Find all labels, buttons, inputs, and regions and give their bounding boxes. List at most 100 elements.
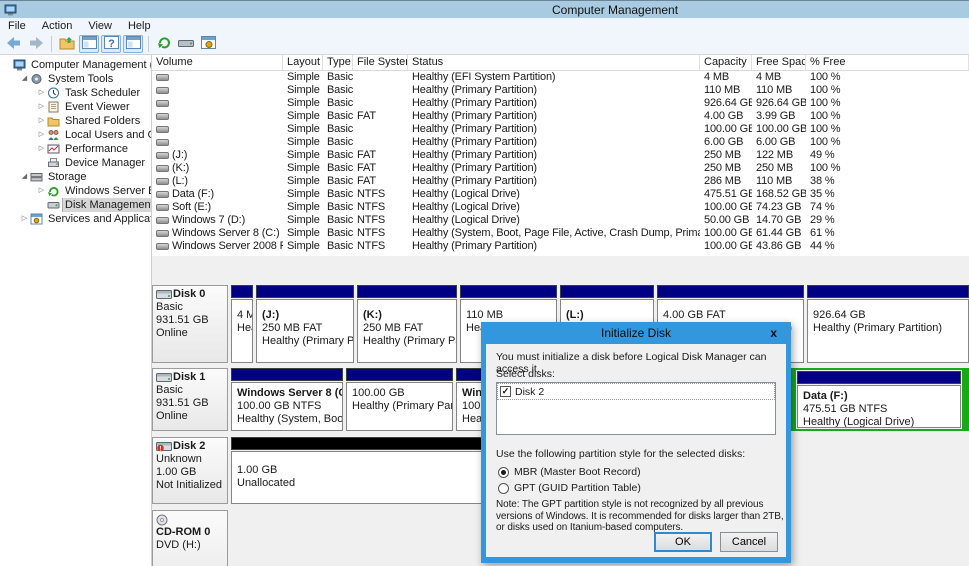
- cell-file_system: NTFS: [353, 240, 408, 253]
- column-header-capacity[interactable]: Capacity: [700, 55, 752, 71]
- help-button[interactable]: ?: [101, 35, 121, 53]
- cell-pct_free: 100 %: [806, 136, 969, 149]
- partition-name: (K:): [363, 309, 456, 322]
- cell-free_space: 110 MB: [752, 175, 806, 188]
- back-button[interactable]: [4, 35, 24, 53]
- cell-pct_free: 61 %: [806, 227, 969, 240]
- partition-region-windows-server-8-c[interactable]: Windows Server 8 (C:)100.00 GB NTFSHealt…: [231, 368, 343, 431]
- checkbox-checked-icon[interactable]: ✓: [500, 386, 511, 397]
- volume-row[interactable]: (J:)SimpleBasicFATHealthy (Primary Parti…: [152, 149, 969, 162]
- volume-row[interactable]: Data (F:)SimpleBasicNTFSHealthy (Logical…: [152, 188, 969, 201]
- cell-layout: Simple: [283, 71, 323, 84]
- tree-item-services-and-applications[interactable]: ▷Services and Applications: [0, 212, 151, 226]
- expander-expanded-icon[interactable]: ◢: [19, 72, 30, 86]
- column-header-type[interactable]: Type: [323, 55, 353, 71]
- partition-region-data-f[interactable]: Data (F:)475.51 GB NTFSHealthy (Logical …: [797, 371, 961, 428]
- disk-label-disk2[interactable]: !Disk 2Unknown1.00 GBNot Initialized: [152, 437, 228, 504]
- expander-collapsed-icon[interactable]: ▷: [19, 212, 30, 226]
- refresh-button[interactable]: [154, 35, 174, 53]
- menu-view[interactable]: View: [80, 18, 120, 34]
- action-pane-toggle-button[interactable]: [123, 35, 143, 53]
- column-header-pct_free[interactable]: % Free: [806, 55, 969, 71]
- tree-item-disk-management[interactable]: Disk Management: [0, 198, 151, 212]
- column-header-layout[interactable]: Layout: [283, 55, 323, 71]
- cell-status: Healthy (Primary Partition): [408, 84, 700, 97]
- cell-type: Basic: [323, 71, 353, 84]
- expander-collapsed-icon[interactable]: ▷: [36, 128, 47, 142]
- expander-collapsed-icon[interactable]: ▷: [36, 86, 47, 100]
- tree-item-windows-server-backup[interactable]: ▷Windows Server Backup: [0, 184, 151, 198]
- volume-row[interactable]: SimpleBasicHealthy (Primary Partition)10…: [152, 123, 969, 136]
- volume-row[interactable]: Soft (E:)SimpleBasicNTFSHealthy (Logical…: [152, 201, 969, 214]
- volume-icon: [156, 217, 169, 224]
- tree-item-local-users-and-groups[interactable]: ▷Local Users and Groups: [0, 128, 151, 142]
- volume-row[interactable]: SimpleBasicFATHealthy (Primary Partition…: [152, 110, 969, 123]
- expander-collapsed-icon[interactable]: ▷: [36, 100, 47, 114]
- forward-button[interactable]: [26, 35, 46, 53]
- column-header-volume[interactable]: Volume: [152, 55, 283, 71]
- volume-row[interactable]: Windows 7 (D:)SimpleBasicNTFSHealthy (Lo…: [152, 214, 969, 227]
- disk-label-disk1[interactable]: Disk 1Basic931.51 GBOnline: [152, 368, 228, 431]
- disk-list-item[interactable]: ✓Disk 2: [498, 384, 774, 399]
- expander-collapsed-icon[interactable]: ▷: [36, 142, 47, 156]
- tree-item-device-manager[interactable]: Device Manager: [0, 156, 151, 170]
- partition-style-label: Use the following partition style for th…: [496, 448, 745, 460]
- tree-item-shared-folders[interactable]: ▷Shared Folders: [0, 114, 151, 128]
- disk-label-disk0[interactable]: Disk 0Basic931.51 GBOnline: [152, 285, 228, 363]
- ok-button[interactable]: OK: [654, 532, 712, 552]
- manage-button[interactable]: [198, 35, 218, 53]
- folder-button[interactable]: [57, 35, 77, 53]
- volume-row[interactable]: SimpleBasicHealthy (Primary Partition)11…: [152, 84, 969, 97]
- tree-item-event-viewer[interactable]: ▷Event Viewer: [0, 100, 151, 114]
- radio-option-mbr[interactable]: MBR (Master Boot Record): [498, 464, 641, 480]
- volume-row[interactable]: Windows Server 2008 R2 (G:)SimpleBasicNT…: [152, 240, 969, 253]
- column-header-free_space[interactable]: Free Space: [752, 55, 806, 71]
- column-header-status[interactable]: Status: [408, 55, 700, 71]
- partition-status: Healthy (Primary Partition): [262, 335, 353, 348]
- cell-free_space: 168.52 GB: [752, 188, 806, 201]
- initialize-disk-dialog: Initialize Disk x You must initialize a …: [481, 322, 791, 563]
- partition-body: 926.64 GBHealthy (Primary Partition): [807, 299, 969, 363]
- tree-item-storage[interactable]: ◢Storage: [0, 170, 151, 184]
- radio-icon[interactable]: [498, 483, 509, 494]
- volume-row[interactable]: SimpleBasicHealthy (Primary Partition)6.…: [152, 136, 969, 149]
- volume-row[interactable]: SimpleBasicHealthy (EFI System Partition…: [152, 71, 969, 84]
- disk-label-cdrom0[interactable]: CD-ROM 0DVD (H:)No Media: [152, 510, 228, 566]
- cell-status: Healthy (Primary Partition): [408, 97, 700, 110]
- radio-option-gpt[interactable]: GPT (GUID Partition Table): [498, 480, 641, 496]
- partition-size: 4 MB: [237, 309, 252, 322]
- tree-item-computer-management-root[interactable]: Computer Management (Local: [0, 58, 151, 72]
- volume-row[interactable]: (K:)SimpleBasicFATHealthy (Primary Parti…: [152, 162, 969, 175]
- partition-region[interactable]: 4 MBHealthy (EFI System Partition): [231, 285, 253, 363]
- volume-row[interactable]: SimpleBasicHealthy (Primary Partition)92…: [152, 97, 969, 110]
- volume-icon: [156, 113, 169, 120]
- tree-item-system-tools[interactable]: ◢System Tools: [0, 72, 151, 86]
- menu-action[interactable]: Action: [34, 18, 81, 34]
- cancel-button[interactable]: Cancel: [720, 532, 778, 552]
- partition-region[interactable]: 926.64 GBHealthy (Primary Partition): [807, 285, 969, 363]
- partition-region[interactable]: 100.00 GBHealthy (Primary Partition): [346, 368, 453, 431]
- radio-selected-icon[interactable]: [498, 467, 509, 478]
- volume-row[interactable]: (L:)SimpleBasicFATHealthy (Primary Parti…: [152, 175, 969, 188]
- partition-size: 110 MB: [466, 309, 556, 322]
- primary-color-bar: [231, 285, 253, 298]
- partition-status: Healthy (Primary Partition): [363, 335, 456, 348]
- cell-volume: [152, 136, 283, 149]
- console-tree-toggle-button[interactable]: [79, 35, 99, 53]
- menu-file[interactable]: File: [0, 18, 34, 34]
- menu-help[interactable]: Help: [120, 18, 159, 34]
- partition-region-k[interactable]: (K:)250 MB FATHealthy (Primary Partition…: [357, 285, 457, 363]
- computer-management-window: Computer Management FileActionViewHelp ?…: [0, 0, 969, 566]
- tree-item-task-scheduler[interactable]: ▷Task Scheduler: [0, 86, 151, 100]
- close-icon[interactable]: x: [766, 322, 781, 344]
- disk-listbox[interactable]: ✓Disk 2: [496, 382, 776, 435]
- expander-collapsed-icon[interactable]: ▷: [36, 184, 47, 198]
- tree-item-performance[interactable]: ▷Performance: [0, 142, 151, 156]
- primary-color-bar: [657, 285, 804, 298]
- column-header-file_system[interactable]: File System: [353, 55, 408, 71]
- expander-expanded-icon[interactable]: ◢: [19, 170, 30, 184]
- partition-region-j[interactable]: (J:)250 MB FATHealthy (Primary Partition…: [256, 285, 354, 363]
- volume-row[interactable]: Windows Server 8 (C:)SimpleBasicNTFSHeal…: [152, 227, 969, 240]
- expander-collapsed-icon[interactable]: ▷: [36, 114, 47, 128]
- disk-properties-button[interactable]: [176, 35, 196, 53]
